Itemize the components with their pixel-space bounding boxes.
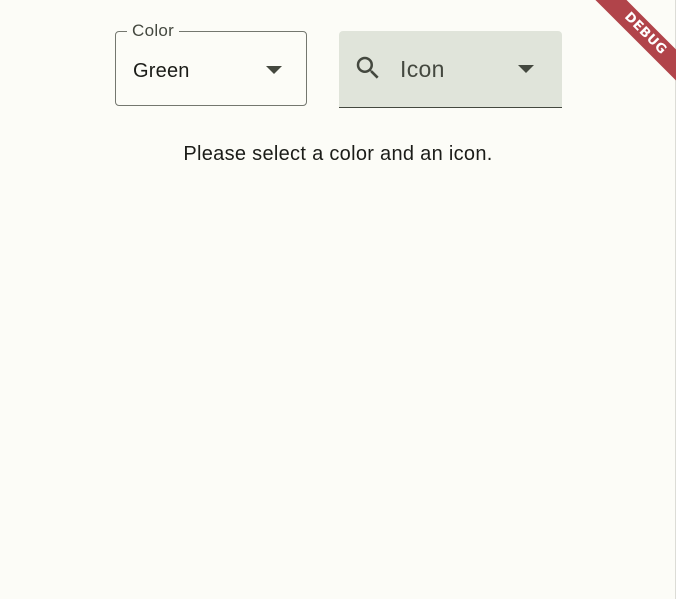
debug-banner-label: DEBUG — [586, 0, 676, 90]
selection-prompt: Please select a color and an icon. — [183, 143, 493, 165]
icon-dropdown-value: Icon — [400, 56, 445, 82]
color-dropdown[interactable]: Color Green — [115, 21, 307, 106]
arrow-drop-down-icon — [518, 65, 534, 73]
color-dropdown-label: Color — [127, 21, 180, 41]
icon-dropdown[interactable]: Icon — [339, 31, 562, 108]
color-dropdown-value: Green — [133, 60, 190, 82]
arrow-drop-down-icon — [266, 66, 282, 74]
debug-banner: DEBUG — [586, 0, 676, 90]
search-icon — [356, 56, 379, 79]
